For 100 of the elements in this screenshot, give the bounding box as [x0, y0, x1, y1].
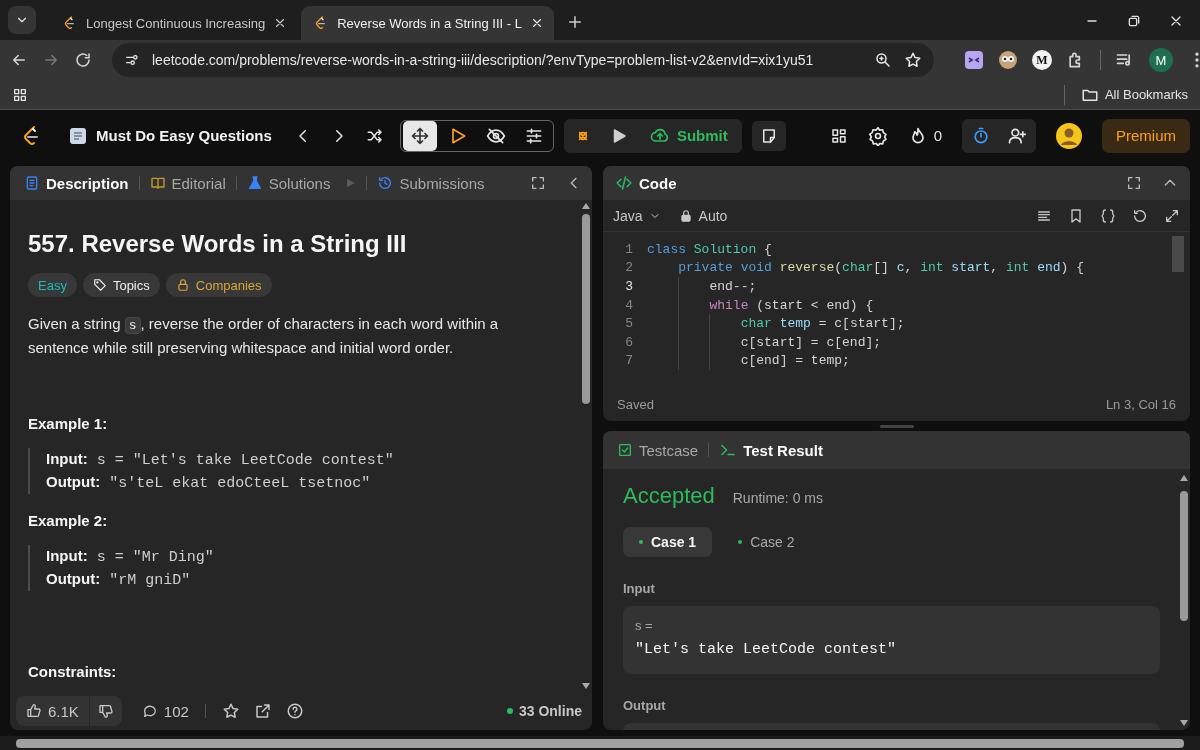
bookmark-icon[interactable]	[1068, 207, 1084, 224]
panel-tab[interactable]: Editorial	[149, 174, 226, 192]
tab-search-button[interactable]	[8, 6, 36, 34]
code-icon	[615, 174, 633, 192]
share-icon[interactable]	[253, 702, 272, 720]
book-icon	[149, 175, 166, 191]
line-number: 3	[624, 279, 634, 294]
auto-mode-button[interactable]: Auto	[678, 207, 728, 224]
settings-icon[interactable]	[867, 125, 888, 146]
problem-statement: Given a string s , reverse the order of characters in each word within a sentence while still preserving whitespace and initial word order.	[28, 314, 500, 358]
example-input-text: Input: s = "Let's take LeetCode contest"	[46, 449, 395, 471]
lock-icon	[678, 208, 693, 223]
code-line[interactable]: while (start < end) {	[647, 295, 874, 315]
help-icon[interactable]	[285, 702, 304, 720]
restore-icon[interactable]	[1126, 13, 1142, 29]
layout-icon[interactable]	[829, 126, 848, 145]
panel-tab[interactable]: Description	[24, 174, 129, 192]
line-number: 4	[624, 297, 634, 313]
address-bar[interactable]: leetcode.com/problems/reverse-words-in-a-string-iii/description/?envType=problem-list-v2&envId=xix1yu51	[112, 43, 934, 77]
site-settings-icon[interactable]	[124, 52, 140, 68]
panel-title: Code	[639, 174, 677, 192]
scroll-down-icon[interactable]	[1180, 720, 1188, 726]
resize-handle[interactable]	[879, 424, 914, 428]
example-output-text: Output: "s'teL ekat edoCteeL tsetnoc"	[46, 472, 372, 494]
code-line[interactable]: c[start] = c[end];	[647, 332, 882, 352]
section-label: Input	[623, 581, 656, 596]
line-number: 2	[624, 260, 634, 276]
star-icon[interactable]	[221, 702, 240, 720]
eye-off-icon[interactable]	[485, 125, 506, 146]
scroll-up-icon[interactable]	[1180, 475, 1188, 481]
line-number: 7	[624, 353, 634, 369]
move-button[interactable]	[402, 120, 437, 151]
move-icon	[409, 125, 430, 146]
comments-button[interactable]: 102	[141, 702, 189, 720]
panel-tab[interactable]: Testcase	[617, 441, 699, 459]
fullscreen-icon[interactable]	[1126, 175, 1142, 191]
panel-tab[interactable]: Test Result	[719, 441, 823, 459]
code-line[interactable]: c[end] = temp;	[647, 351, 850, 371]
fullscreen-icon[interactable]	[530, 175, 546, 191]
zoom-icon[interactable]	[874, 51, 892, 69]
line-number: 6	[624, 334, 634, 350]
avatar-icon[interactable]	[1056, 122, 1082, 149]
companies-tag[interactable]: Companies	[165, 273, 272, 297]
browser-tab[interactable]: Reverse Words in a String III - L	[301, 6, 554, 40]
thumbs-up-icon	[26, 703, 42, 719]
line-number: 1	[624, 241, 634, 257]
code-line[interactable]: class Solution {	[647, 240, 772, 259]
bookmark-star-icon[interactable]	[904, 51, 922, 69]
problem-list-title[interactable]: Must Do Easy Questions	[96, 127, 272, 144]
case-tab[interactable]: Case 1	[623, 527, 713, 557]
example-input-text: Input: s = "Mr Ding"	[46, 546, 215, 568]
all-bookmarks-button[interactable]: All Bookmarks	[1080, 85, 1188, 104]
braces-icon[interactable]	[1100, 207, 1116, 224]
example-output-text: Output: "rM gniD"	[46, 569, 192, 591]
case-tab[interactable]: Case 2	[722, 527, 811, 557]
scroll-down-icon[interactable]	[582, 683, 590, 689]
constraints-heading: Constraints:	[28, 663, 118, 680]
runtime: Runtime: 0 ms	[732, 490, 823, 506]
document-icon	[24, 175, 40, 191]
profile-avatar[interactable]: M	[1149, 48, 1173, 72]
code-line[interactable]: private void reverse(char[] c, int start, int end) {	[647, 258, 1084, 278]
streak-counter[interactable]: 0	[907, 125, 942, 146]
line-number: 5	[624, 316, 634, 332]
param-name: s =	[635, 618, 654, 633]
panel-tab[interactable]: Solutions	[246, 174, 331, 192]
param-value: "Let's take LeetCode contest"	[635, 641, 898, 658]
history-icon	[377, 175, 394, 191]
extension-badge[interactable]: M	[1032, 50, 1052, 70]
problem-title: 557. Reverse Words in a String III	[28, 230, 408, 258]
list-icon[interactable]	[68, 125, 88, 146]
shuffle-icon[interactable]	[365, 126, 384, 145]
topics-tag[interactable]: Topics	[82, 273, 160, 297]
code-line[interactable]: end--;	[647, 277, 757, 296]
apps-grid-icon[interactable]	[12, 86, 28, 103]
code-line[interactable]: char temp = c[start];	[647, 314, 905, 333]
language-dropdown[interactable]: Java	[613, 207, 661, 224]
difficulty-badge: Easy	[28, 273, 77, 297]
panel-tab[interactable]: Submissions	[377, 174, 485, 192]
tag-icon	[92, 278, 107, 292]
scroll-up-icon[interactable]	[582, 203, 590, 209]
scrollbar[interactable]	[16, 738, 1184, 748]
cursor-position: Ln 3, Col 16	[1105, 396, 1176, 412]
online-count: 33 Online	[506, 703, 582, 719]
expand-icon[interactable]	[1164, 207, 1180, 224]
premium-button[interactable]: Premium	[1102, 118, 1190, 153]
example-heading: Example 1:	[28, 415, 109, 432]
checkbox-icon	[617, 442, 633, 458]
owl-extension-icon[interactable]	[998, 50, 1018, 70]
flask-icon	[246, 175, 263, 191]
thumbs-down-icon	[97, 703, 114, 719]
save-status: Saved	[617, 396, 654, 412]
reset-icon[interactable]	[1132, 207, 1148, 224]
reload-icon[interactable]	[74, 51, 92, 69]
verdict: Accepted	[623, 483, 715, 509]
section-label: Output	[623, 698, 667, 713]
scrollbar[interactable]	[1172, 236, 1184, 272]
browser-tab[interactable]: Longest Continuous Increasing	[50, 6, 298, 40]
example-heading: Example 2:	[28, 512, 109, 529]
extension-icon[interactable]	[964, 50, 984, 70]
timer-icon[interactable]	[971, 125, 991, 146]
